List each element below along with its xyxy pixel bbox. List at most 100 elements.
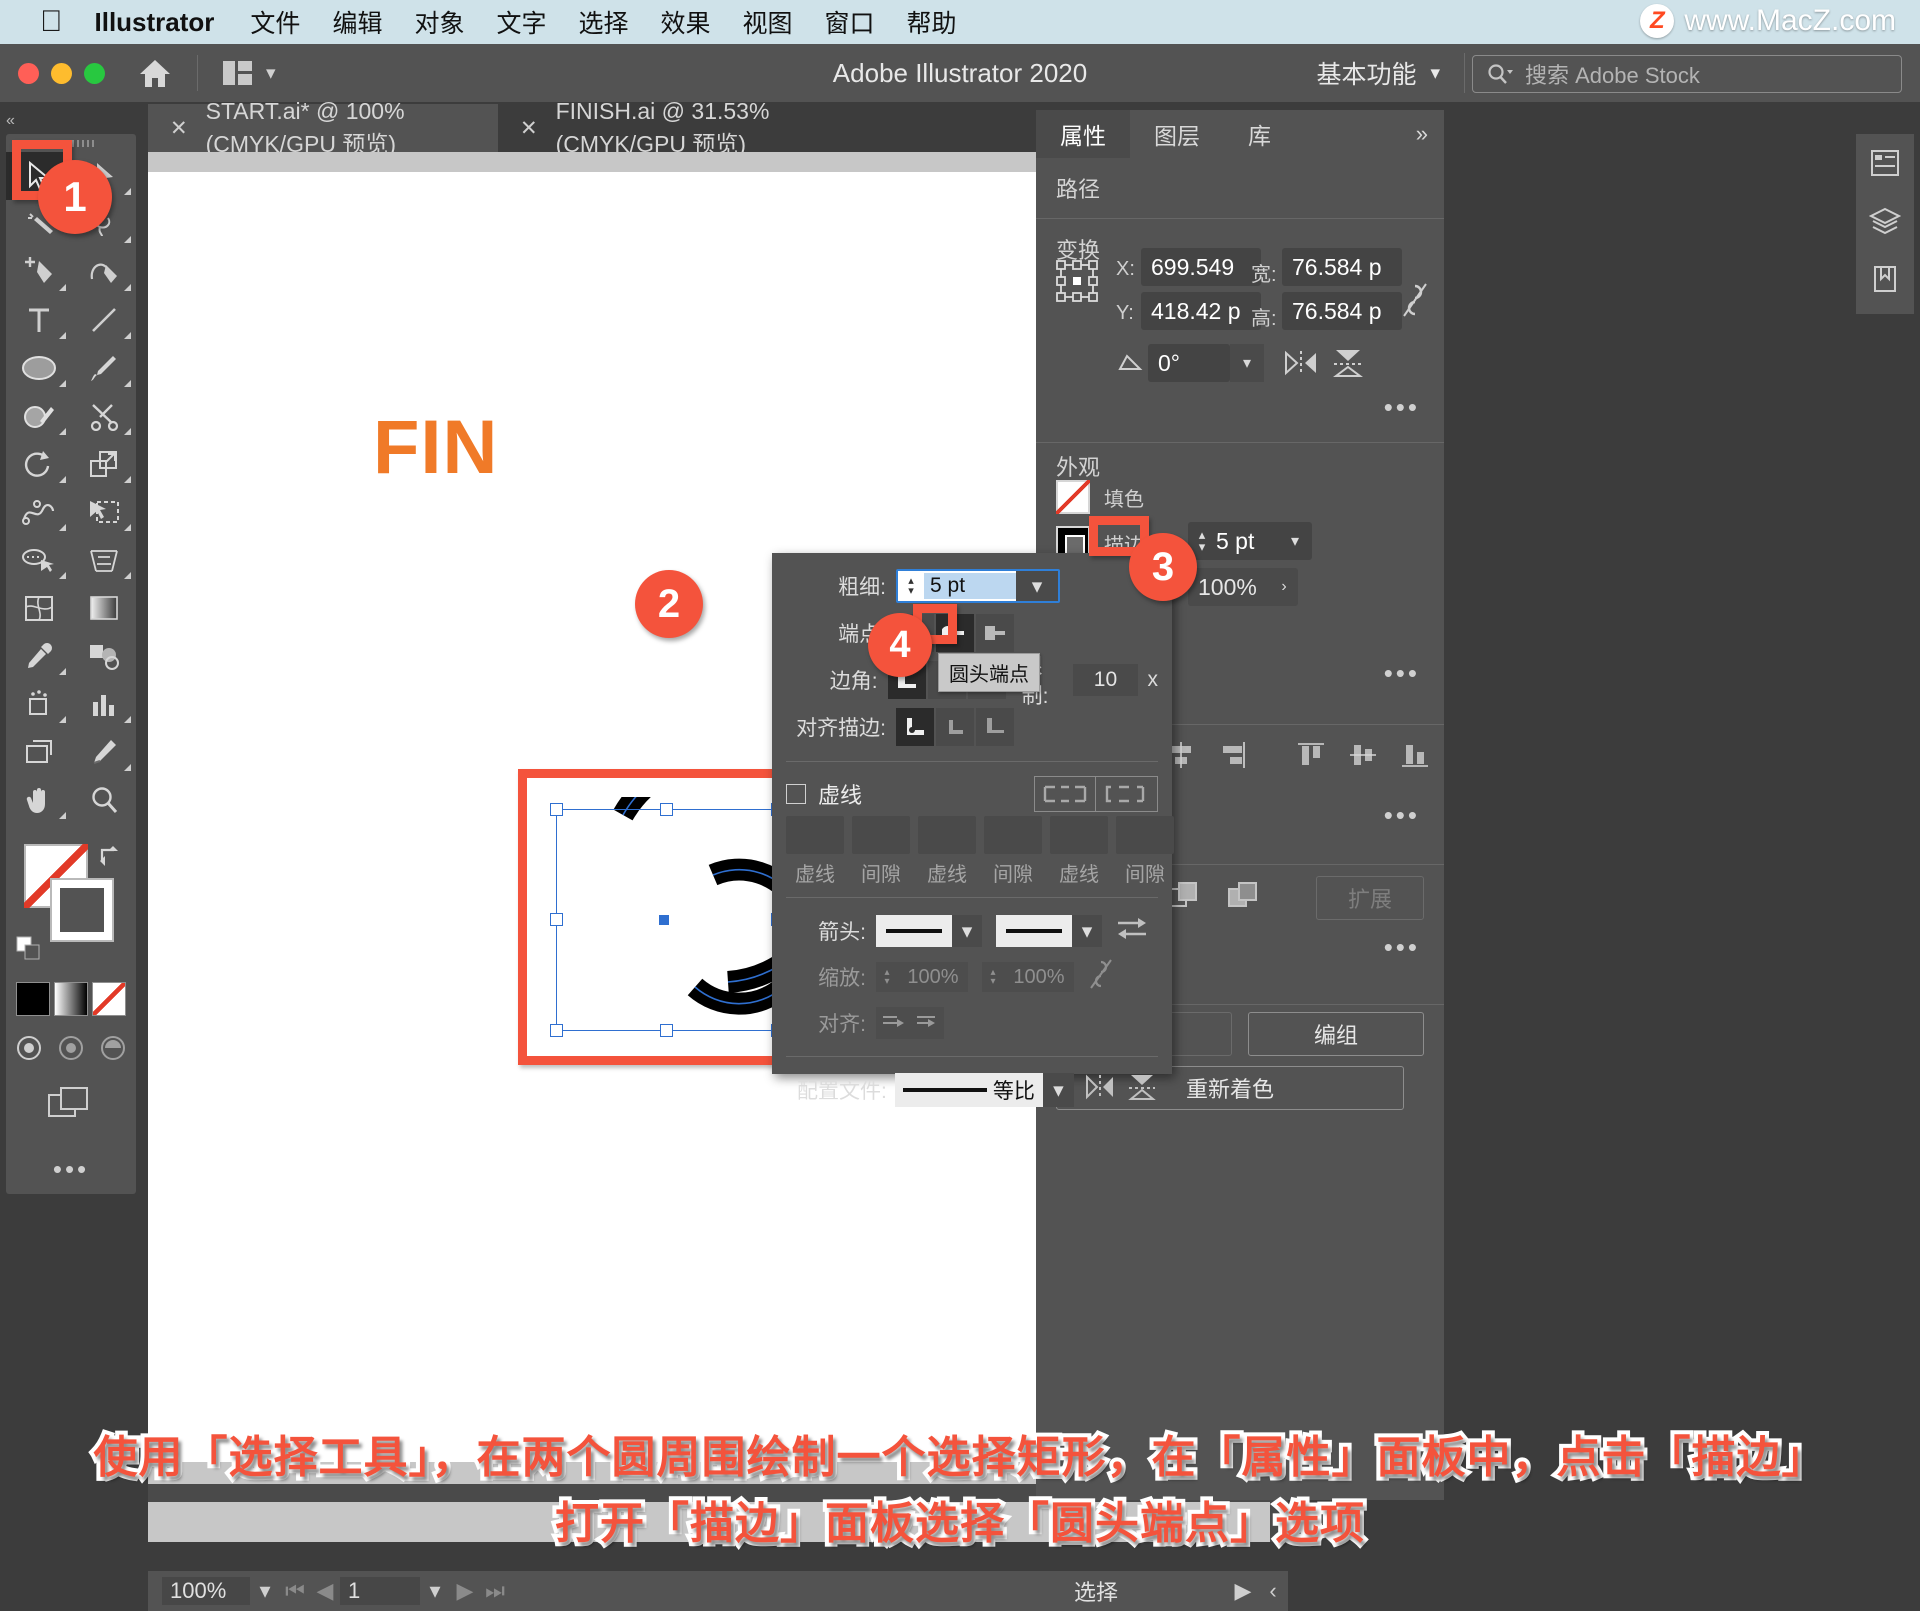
chevron-down-icon[interactable]: ▾: [1230, 344, 1264, 382]
screen-mode-icon[interactable]: [47, 1085, 95, 1124]
mesh-tool[interactable]: [6, 584, 71, 632]
transform-x-input[interactable]: 699.549: [1141, 248, 1261, 286]
chevron-down-icon[interactable]: ▾: [420, 1578, 450, 1604]
shape-builder-tool[interactable]: [6, 536, 71, 584]
stroke-swatch[interactable]: [50, 878, 114, 942]
blend-tool[interactable]: [71, 632, 136, 680]
stroke-weight-control[interactable]: ▴ ▾ 5 pt ▾: [1188, 522, 1312, 560]
dash-preserve-exact-icon[interactable]: [1034, 776, 1096, 812]
draw-behind-icon[interactable]: [56, 1034, 86, 1067]
first-artboard-icon[interactable]: ⏮: [280, 1578, 310, 1604]
tab-finish-ai[interactable]: ✕ FINISH.ai @ 31.53% (CMYK/GPU 预览): [498, 98, 858, 157]
handle-bl[interactable]: [550, 1024, 563, 1037]
menu-app-name[interactable]: Illustrator: [95, 7, 215, 38]
collapse-left-rail-icon[interactable]: «: [6, 112, 15, 130]
minus-front-icon[interactable]: [1226, 880, 1260, 915]
tab-layers[interactable]: 图层: [1130, 110, 1224, 158]
workspace-selector[interactable]: 基本功能 ▾: [1316, 55, 1440, 91]
arrange-documents-button[interactable]: ▾: [222, 59, 276, 87]
previous-artboard-icon[interactable]: ◀: [310, 1578, 340, 1604]
none-button[interactable]: [92, 982, 126, 1016]
align-right-icon[interactable]: [1218, 740, 1248, 775]
width-tool[interactable]: [6, 488, 71, 536]
apple-logo-icon[interactable]: : [40, 7, 63, 37]
chevron-right-icon[interactable]: ›: [1270, 578, 1298, 596]
align-vertical-center-icon[interactable]: [1348, 740, 1378, 775]
reference-point-selector[interactable]: [1056, 260, 1098, 307]
home-icon[interactable]: [135, 53, 175, 93]
menu-item-select[interactable]: 选择: [578, 4, 628, 40]
menu-item-view[interactable]: 视图: [743, 4, 793, 40]
profile-select[interactable]: 等比: [894, 1073, 1043, 1107]
status-expand-icon[interactable]: ▶: [1228, 1578, 1258, 1604]
flip-vertical-icon[interactable]: [1331, 348, 1365, 383]
handle-tc[interactable]: [660, 803, 673, 816]
artboard-tool[interactable]: [6, 728, 71, 776]
flip-profile-across-icon[interactable]: [1084, 1074, 1116, 1106]
next-artboard-icon[interactable]: ▶: [450, 1578, 480, 1604]
line-segment-tool[interactable]: [71, 296, 136, 344]
expand-button[interactable]: 扩展: [1316, 876, 1424, 920]
panel-overflow-icon[interactable]: »: [1400, 110, 1444, 158]
align-more-options-icon[interactable]: •••: [1384, 800, 1420, 831]
layers-dock-icon[interactable]: [1856, 192, 1914, 250]
dash-field-2[interactable]: 虚线: [918, 816, 976, 887]
dash-field-4[interactable]: 虚线: [1050, 816, 1108, 887]
maximize-button[interactable]: [84, 62, 105, 84]
eyedropper-tool[interactable]: [6, 632, 71, 680]
chevron-down-icon[interactable]: ▾: [1042, 1073, 1074, 1107]
pathfinder-more-options-icon[interactable]: •••: [1384, 932, 1420, 963]
symbol-sprayer-tool[interactable]: [6, 680, 71, 728]
paintbrush-tool[interactable]: [71, 344, 136, 392]
default-fill-stroke-icon[interactable]: [16, 936, 42, 962]
menu-item-type[interactable]: 文字: [496, 4, 546, 40]
artboard-number-input[interactable]: 1: [340, 1577, 420, 1605]
free-transform-tool[interactable]: [71, 488, 136, 536]
align-inside-stroke-button[interactable]: [936, 708, 974, 746]
shaper-tool[interactable]: [6, 392, 71, 440]
handle-bc[interactable]: [660, 1024, 673, 1037]
menu-item-window[interactable]: 窗口: [825, 4, 875, 40]
minimize-button[interactable]: [51, 62, 72, 84]
transform-h-input[interactable]: 76.584 p: [1282, 292, 1402, 330]
handle-ml[interactable]: [550, 913, 563, 926]
slice-tool[interactable]: [71, 728, 136, 776]
libraries-dock-icon[interactable]: [1856, 250, 1914, 308]
swap-arrowheads-icon[interactable]: [1116, 915, 1148, 947]
link-dimensions-icon[interactable]: [1401, 280, 1429, 325]
dash-adjust-icon[interactable]: [1096, 776, 1158, 812]
projecting-cap-button[interactable]: [976, 614, 1014, 652]
stock-search-input[interactable]: 搜索 Adobe Stock: [1472, 55, 1902, 93]
menu-item-effect[interactable]: 效果: [661, 4, 711, 40]
status-collapse-icon[interactable]: ‹: [1258, 1578, 1288, 1604]
color-button[interactable]: [16, 982, 50, 1016]
arrowhead-end-select[interactable]: [996, 915, 1072, 947]
transform-more-options-icon[interactable]: •••: [1384, 392, 1420, 423]
close-button[interactable]: [18, 62, 39, 84]
pen-tool[interactable]: [6, 248, 71, 296]
dashed-line-checkbox[interactable]: [786, 784, 806, 804]
scale-tool[interactable]: [71, 440, 136, 488]
menu-item-object[interactable]: 对象: [414, 4, 464, 40]
dash-field-1[interactable]: 间隙: [852, 816, 910, 887]
flip-horizontal-icon[interactable]: [1284, 350, 1318, 381]
fill-color-swatch[interactable]: [1056, 480, 1090, 514]
ellipse-tool[interactable]: [6, 344, 71, 392]
zoom-tool[interactable]: [71, 776, 136, 824]
group-button[interactable]: 编组: [1248, 1012, 1424, 1056]
perspective-grid-tool[interactable]: [71, 536, 136, 584]
gradient-tool[interactable]: [71, 584, 136, 632]
scissors-tool[interactable]: [71, 392, 136, 440]
flip-profile-along-icon[interactable]: [1126, 1073, 1158, 1107]
close-icon[interactable]: ✕: [520, 116, 538, 141]
zoom-level-input[interactable]: 100%: [162, 1577, 250, 1605]
rotate-tool[interactable]: [6, 440, 71, 488]
chevron-down-icon[interactable]: ▾: [1016, 571, 1058, 601]
dash-field-0[interactable]: 虚线: [786, 816, 844, 887]
curvature-tool[interactable]: [71, 248, 136, 296]
align-bottom-icon[interactable]: [1400, 740, 1430, 775]
transform-y-input[interactable]: 418.42 p: [1141, 292, 1261, 330]
miter-limit-input[interactable]: 10: [1073, 664, 1138, 696]
handle-tl[interactable]: [550, 803, 563, 816]
stepper-icon[interactable]: ▴ ▾: [898, 571, 924, 601]
